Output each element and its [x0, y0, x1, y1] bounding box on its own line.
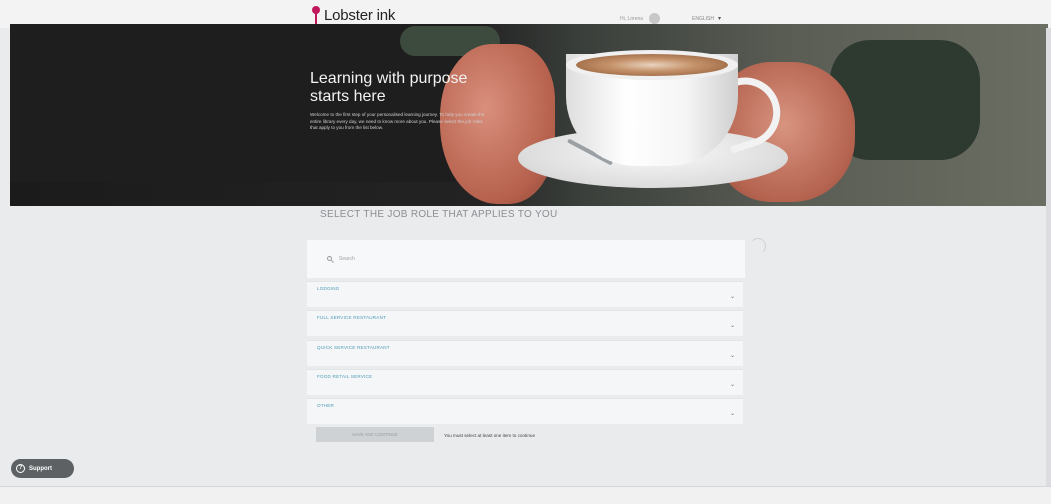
- support-label: Support: [29, 465, 52, 472]
- role-label: FOOD RETAIL SERVICE: [317, 374, 373, 379]
- logo-text: Lobster ink: [324, 6, 396, 24]
- hero-text: Learning with purpose starts here Welcom…: [310, 70, 486, 132]
- role-option-full-service-restaurant[interactable]: FULL SERVICE RESTAURANT ⌄: [307, 310, 743, 336]
- user-menu[interactable]: Hi, Lorena: [620, 13, 661, 24]
- loading-spinner-icon: [750, 238, 766, 254]
- hero-title: Learning with purpose starts here: [310, 70, 468, 105]
- chevron-down-icon: ⌄: [729, 382, 735, 388]
- role-option-food-retail-service[interactable]: FOOD RETAIL SERVICE ⌄: [307, 369, 743, 395]
- search-field[interactable]: [307, 240, 745, 278]
- search-icon: [327, 255, 334, 263]
- role-option-other[interactable]: OTHER ⌄: [307, 398, 743, 424]
- user-name: Hi, Lorena: [620, 15, 644, 22]
- role-label: FULL SERVICE RESTAURANT: [317, 315, 387, 320]
- hero-description: Welcome to the first step of your person…: [310, 112, 485, 131]
- role-option-quick-service-restaurant[interactable]: QUICK SERVICE RESTAURANT ⌄: [307, 340, 743, 366]
- page-edge: [1046, 28, 1051, 486]
- chevron-down-icon: ⌄: [729, 323, 735, 329]
- role-label: LODGING: [317, 286, 340, 291]
- chevron-down-icon: ⌄: [729, 294, 735, 300]
- role-option-lodging[interactable]: LODGING ⌄: [307, 281, 743, 307]
- lobster-ink-logo[interactable]: Lobster ink: [311, 5, 395, 25]
- role-label: OTHER: [317, 403, 335, 408]
- chevron-down-icon: ▾: [717, 16, 721, 22]
- hero-banner: Learning with purpose starts here Welcom…: [10, 24, 1048, 206]
- page-title: SELECT THE JOB ROLE THAT APPLIES TO YOU: [320, 209, 558, 220]
- language-label: ENGLISH: [692, 15, 714, 22]
- search-input[interactable]: [339, 256, 639, 262]
- bottom-strip: [0, 487, 1051, 504]
- support-button[interactable]: ? Support: [11, 459, 74, 478]
- save-and-continue-button[interactable]: SAVE AND CONTINUE: [316, 427, 434, 442]
- language-selector[interactable]: ENGLISH ▾: [692, 15, 721, 23]
- hero-photo-coffee: [576, 54, 728, 76]
- avatar[interactable]: [649, 13, 661, 24]
- chevron-down-icon: ⌄: [729, 411, 735, 417]
- chevron-down-icon: ⌄: [729, 353, 735, 359]
- role-label: QUICK SERVICE RESTAURANT: [317, 345, 390, 350]
- continue-hint: You must select at least one item to con…: [444, 433, 535, 438]
- lobster-ink-logo-icon: [311, 6, 321, 24]
- help-icon: ?: [16, 464, 25, 473]
